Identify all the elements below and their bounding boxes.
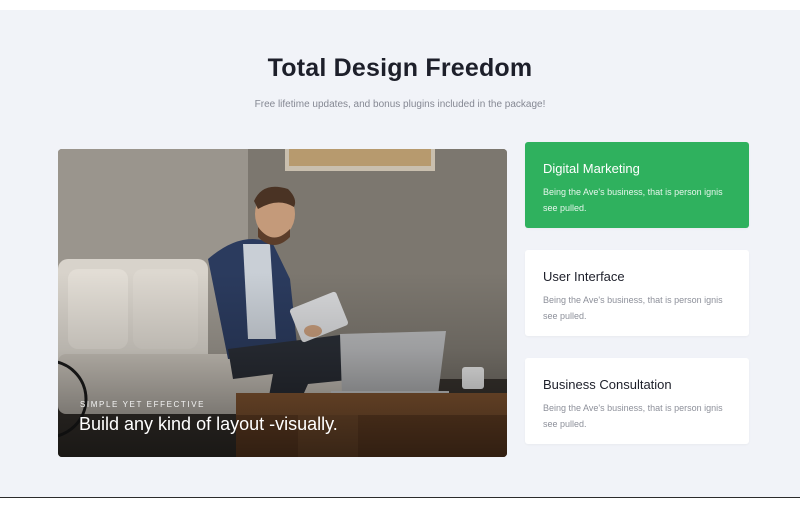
feature-photo: SIMPLE YET EFFECTIVE Build any kind of l… [58, 149, 507, 457]
photo-heading-text: Build any kind of layout -visually. [79, 414, 338, 434]
features-section: Total Design Freedom Free lifetime updat… [0, 10, 800, 497]
card-text: Being the Ave's business, that is person… [543, 403, 723, 429]
section-subtitle: Free lifetime updates, and bonus plugins… [254, 99, 546, 110]
photo-gradient-overlay [58, 149, 507, 457]
card-title: User Interface [543, 269, 625, 284]
feature-card-digital-marketing[interactable]: Digital Marketing Being the Ave's busine… [525, 142, 749, 228]
feature-card-business-consultation[interactable]: Business Consultation Being the Ave's bu… [525, 358, 749, 444]
card-text: Being the Ave's business, that is person… [543, 295, 723, 321]
page-bottom-strip [0, 498, 800, 510]
card-title: Digital Marketing [543, 161, 640, 176]
card-title: Business Consultation [543, 377, 672, 392]
photo-eyebrow-text: SIMPLE YET EFFECTIVE [80, 400, 206, 409]
card-text: Being the Ave's business, that is person… [543, 187, 723, 213]
section-title: Total Design Freedom [267, 54, 533, 82]
page-top-strip [0, 0, 800, 10]
feature-card-user-interface[interactable]: User Interface Being the Ave's business,… [525, 250, 749, 336]
